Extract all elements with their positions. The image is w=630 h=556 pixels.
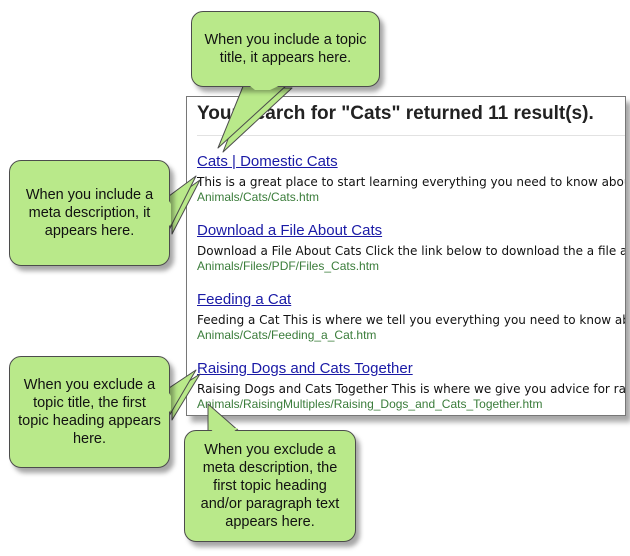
callout-pointer-join [210,428,238,433]
